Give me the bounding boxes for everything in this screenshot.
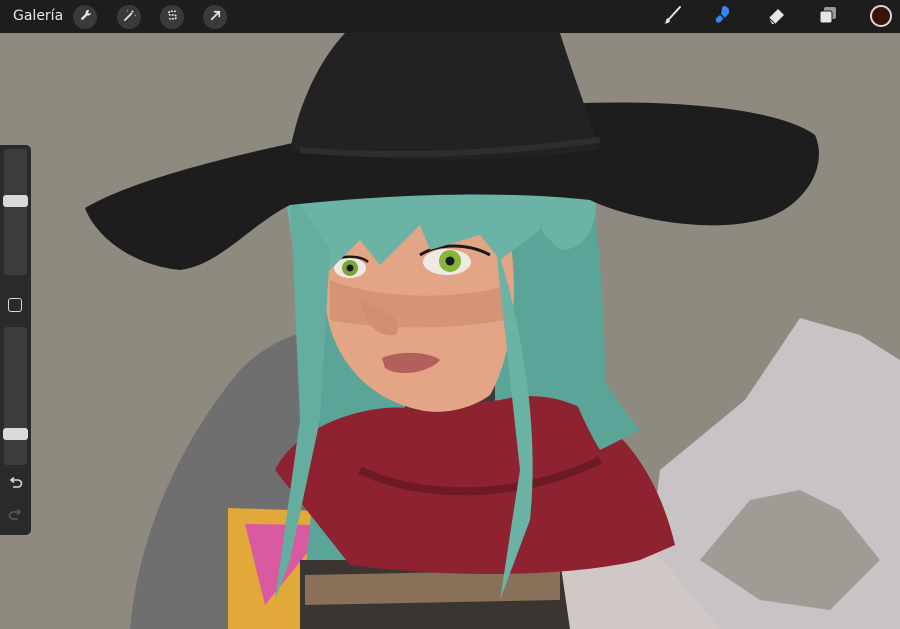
layers-icon — [817, 4, 839, 30]
selection-s-icon — [165, 8, 180, 27]
smudge-icon — [712, 4, 734, 30]
wrench-icon — [78, 8, 93, 27]
brush-tool[interactable] — [660, 5, 684, 29]
eraser-icon — [765, 4, 787, 30]
top-toolbar: Galería — [0, 0, 900, 33]
undo-button[interactable] — [7, 475, 24, 492]
actions-button[interactable] — [73, 5, 97, 29]
magic-wand-icon — [122, 8, 137, 27]
brush-size-thumb[interactable] — [3, 194, 28, 207]
brush-sidebar — [0, 145, 31, 535]
undo-icon — [7, 476, 24, 496]
layers-button[interactable] — [816, 5, 840, 29]
transform-arrow-icon — [208, 8, 223, 27]
gallery-button[interactable]: Galería — [13, 8, 63, 24]
color-picker-button[interactable] — [870, 5, 892, 27]
brush-size-slider[interactable] — [4, 149, 27, 275]
eraser-tool[interactable] — [764, 5, 788, 29]
opacity-thumb[interactable] — [3, 427, 28, 440]
opacity-slider[interactable] — [4, 327, 27, 465]
artwork-canvas[interactable] — [0, 33, 900, 629]
modifier-button[interactable] — [8, 298, 22, 312]
smudge-tool[interactable] — [711, 5, 735, 29]
brush-icon — [661, 4, 683, 30]
transform-button[interactable] — [203, 5, 227, 29]
redo-button[interactable] — [7, 507, 24, 524]
redo-icon — [7, 508, 24, 528]
adjustments-button[interactable] — [117, 5, 141, 29]
selection-button[interactable] — [160, 5, 184, 29]
